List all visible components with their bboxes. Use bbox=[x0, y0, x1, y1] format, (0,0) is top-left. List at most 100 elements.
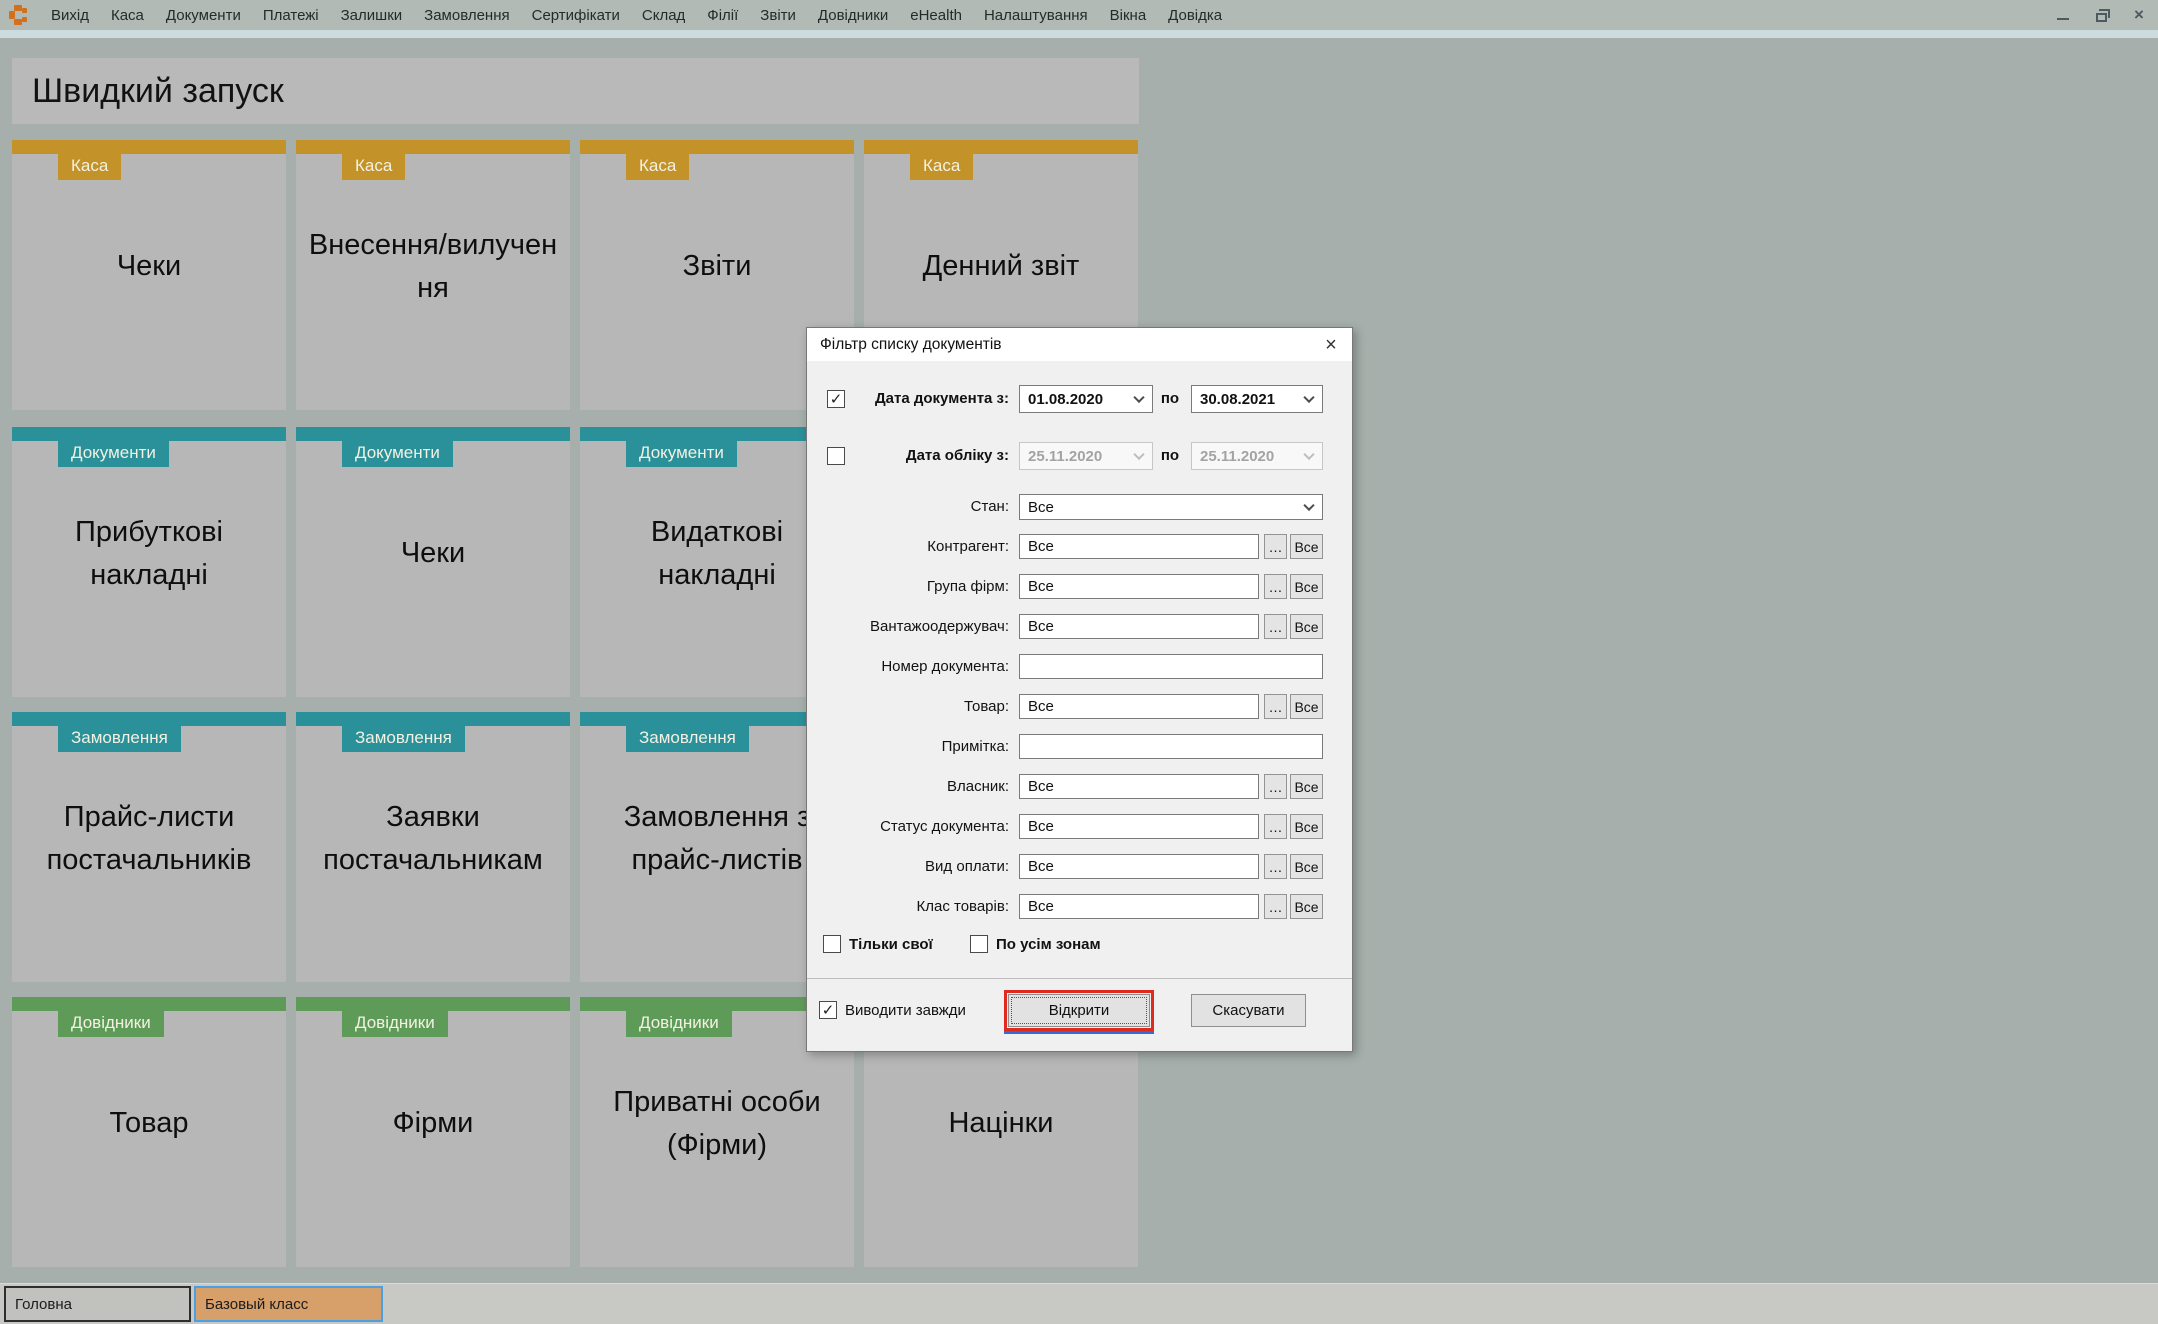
menu-item-help[interactable]: Довідка bbox=[1157, 0, 1233, 30]
open-button[interactable]: Відкрити bbox=[1008, 994, 1150, 1027]
menu-item-branches[interactable]: Філії bbox=[696, 0, 749, 30]
app-window: Вихід Каса Документи Платежі Залишки Зам… bbox=[0, 0, 2158, 1324]
category-bar bbox=[296, 712, 570, 726]
dialog-close-icon[interactable]: × bbox=[1318, 332, 1344, 358]
payment-type-label: Вид оплати: bbox=[925, 858, 1009, 875]
tile-doc-cheky[interactable]: Документи Чеки bbox=[296, 427, 570, 697]
doc-number-field[interactable] bbox=[1019, 654, 1323, 679]
tile-zam-zaiavky[interactable]: Замовлення Заявки постачальникам bbox=[296, 712, 570, 982]
menu-item-orders[interactable]: Замовлення bbox=[413, 0, 520, 30]
focus-blue-underline bbox=[1004, 1031, 1154, 1034]
status-bar: Головна Базовый класс bbox=[0, 1283, 2158, 1324]
payment-type-field[interactable]: Все bbox=[1019, 854, 1259, 879]
date-document-to-combo[interactable]: 30.08.2021 bbox=[1191, 385, 1323, 413]
all-zones-checkbox[interactable] bbox=[970, 935, 988, 953]
always-show-checkbox[interactable]: ✓ bbox=[819, 1001, 837, 1019]
category-bar bbox=[12, 997, 286, 1011]
firm-group-all-button[interactable]: Все bbox=[1290, 574, 1323, 599]
owner-all-button[interactable]: Все bbox=[1290, 774, 1323, 799]
statusbar-tab-holovna[interactable]: Головна bbox=[4, 1286, 191, 1322]
owner-field[interactable]: Все bbox=[1019, 774, 1259, 799]
doc-number-label: Номер документа: bbox=[881, 658, 1009, 675]
minimize-icon[interactable] bbox=[2054, 6, 2072, 24]
cancel-button[interactable]: Скасувати bbox=[1191, 994, 1306, 1027]
tile-dov-tovar[interactable]: Довідники Товар bbox=[12, 997, 286, 1267]
tovar-field[interactable]: Все bbox=[1019, 694, 1259, 719]
payment-type-all-button[interactable]: Все bbox=[1290, 854, 1323, 879]
menu-item-kasa[interactable]: Каса bbox=[100, 0, 155, 30]
menu-item-settings[interactable]: Налаштування bbox=[973, 0, 1099, 30]
goods-class-browse-button[interactable]: … bbox=[1264, 894, 1287, 919]
stan-value: Все bbox=[1028, 498, 1054, 516]
restore-icon[interactable] bbox=[2092, 6, 2110, 24]
goods-class-field[interactable]: Все bbox=[1019, 894, 1259, 919]
only-own-checkbox[interactable] bbox=[823, 935, 841, 953]
tile-kasa-vnesennia[interactable]: Каса Внесення/вилучення bbox=[296, 140, 570, 410]
payment-type-browse-button[interactable]: … bbox=[1264, 854, 1287, 879]
menu-item-stock[interactable]: Залишки bbox=[330, 0, 414, 30]
category-bar bbox=[296, 140, 570, 154]
date-from-value: 25.11.2020 bbox=[1028, 447, 1103, 465]
date-document-from-combo[interactable]: 01.08.2020 bbox=[1019, 385, 1153, 413]
date-to-value: 25.11.2020 bbox=[1200, 447, 1275, 465]
consignee-label: Вантажоодержувач: bbox=[870, 618, 1009, 635]
statusbar-tab-bazovyi-klass[interactable]: Базовый класс bbox=[194, 1286, 383, 1322]
check-icon: ✓ bbox=[821, 1002, 835, 1019]
chevron-down-icon bbox=[1303, 391, 1315, 404]
kontragent-field[interactable]: Все bbox=[1019, 534, 1259, 559]
consignee-browse-button[interactable]: … bbox=[1264, 614, 1287, 639]
tile-title: Прибуткові накладні bbox=[75, 515, 223, 592]
dialog-title: Фільтр списку документів bbox=[807, 328, 1352, 361]
menu-item-certificates[interactable]: Сертифікати bbox=[521, 0, 631, 30]
date-from-value: 01.08.2020 bbox=[1028, 390, 1104, 408]
menu-item-reports[interactable]: Звіти bbox=[749, 0, 807, 30]
menu-item-payments[interactable]: Платежі bbox=[252, 0, 330, 30]
consignee-all-button[interactable]: Все bbox=[1290, 614, 1323, 639]
tile-title: Прайс-листи постачальників bbox=[46, 800, 252, 877]
tovar-browse-button[interactable]: … bbox=[1264, 694, 1287, 719]
menu-item-exit[interactable]: Вихід bbox=[40, 0, 100, 30]
menu-item-documents[interactable]: Документи bbox=[155, 0, 252, 30]
tile-zam-price-lists[interactable]: Замовлення Прайс-листи постачальників bbox=[12, 712, 286, 982]
kontragent-all-button[interactable]: Все bbox=[1290, 534, 1323, 559]
category-bar bbox=[864, 140, 1138, 154]
always-show-label: Виводити завжди bbox=[845, 1002, 966, 1019]
doc-status-all-button[interactable]: Все bbox=[1290, 814, 1323, 839]
date-accounting-label: Дата обліку з: bbox=[905, 447, 1009, 464]
stan-combo[interactable]: Все bbox=[1019, 494, 1323, 520]
tile-title: Чеки bbox=[400, 537, 466, 570]
chevron-down-icon bbox=[1303, 448, 1315, 461]
menu-item-warehouse[interactable]: Склад bbox=[631, 0, 696, 30]
category-bar bbox=[296, 997, 570, 1011]
chevron-down-icon bbox=[1303, 499, 1315, 512]
doc-status-field[interactable]: Все bbox=[1019, 814, 1259, 839]
kontragent-browse-button[interactable]: … bbox=[1264, 534, 1287, 559]
firm-group-browse-button[interactable]: … bbox=[1264, 574, 1287, 599]
note-field[interactable] bbox=[1019, 734, 1323, 759]
tovar-all-button[interactable]: Все bbox=[1290, 694, 1323, 719]
goods-class-all-button[interactable]: Все bbox=[1290, 894, 1323, 919]
stan-label: Стан: bbox=[970, 498, 1009, 515]
tile-dov-firmy[interactable]: Довідники Фірми bbox=[296, 997, 570, 1267]
menu-item-ehealth[interactable]: eHealth bbox=[899, 0, 973, 30]
tile-doc-prybutkovi-nakladni[interactable]: Документи Прибуткові накладні bbox=[12, 427, 286, 697]
date-document-label: Дата документа з: bbox=[874, 390, 1009, 407]
tile-title: Заявки постачальникам bbox=[323, 800, 543, 877]
tovar-label: Товар: bbox=[964, 698, 1009, 715]
menu-item-windows[interactable]: Вікна bbox=[1099, 0, 1158, 30]
consignee-field[interactable]: Все bbox=[1019, 614, 1259, 639]
owner-browse-button[interactable]: … bbox=[1264, 774, 1287, 799]
all-zones-label: По усім зонам bbox=[996, 936, 1101, 953]
close-icon[interactable]: × bbox=[2130, 5, 2148, 24]
only-own-label: Тільки свої bbox=[849, 936, 933, 953]
dialog-divider bbox=[807, 978, 1352, 979]
date-to-word: по bbox=[1160, 447, 1180, 464]
note-label: Примітка: bbox=[941, 738, 1009, 755]
category-bar bbox=[296, 427, 570, 441]
category-bar bbox=[12, 712, 286, 726]
date-accounting-from-combo: 25.11.2020 bbox=[1019, 442, 1153, 470]
tile-kasa-cheky[interactable]: Каса Чеки bbox=[12, 140, 286, 410]
doc-status-browse-button[interactable]: … bbox=[1264, 814, 1287, 839]
menu-item-directories[interactable]: Довідники bbox=[807, 0, 899, 30]
firm-group-field[interactable]: Все bbox=[1019, 574, 1259, 599]
